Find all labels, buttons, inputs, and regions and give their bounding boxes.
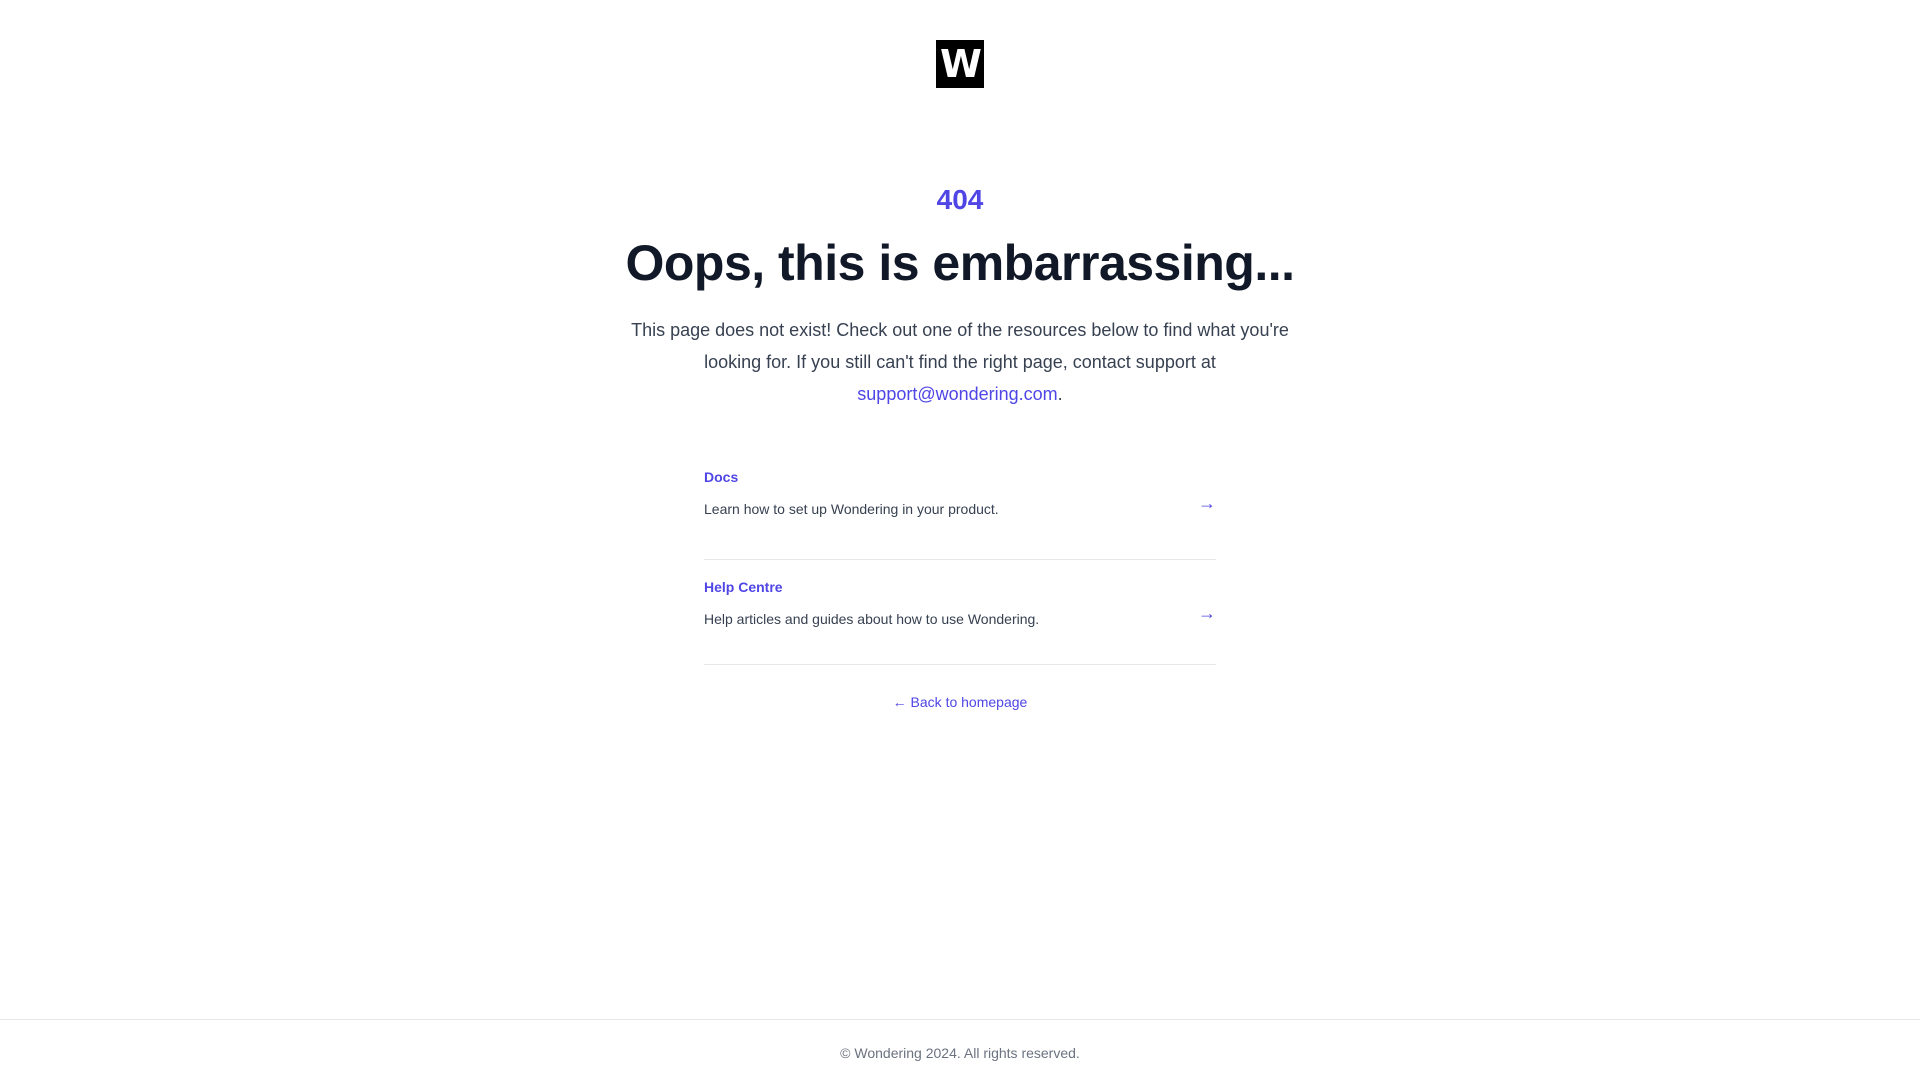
arrow-right-icon: → — [1198, 603, 1216, 623]
error-code: 404 — [936, 184, 984, 215]
header: W — [0, 40, 1920, 88]
page-title: Oops, this is embarrassing... — [625, 235, 1295, 291]
wondering-logo[interactable]: W — [936, 40, 984, 88]
arrow-right-icon: → — [1198, 493, 1216, 513]
copyright-text: © Wondering 2024. All rights reserved. — [840, 1045, 1080, 1061]
footer: © Wondering 2024. All rights reserved. — [0, 1019, 1920, 1080]
back-to-homepage-link[interactable]: ← Back to homepage — [893, 694, 1028, 710]
resource-description: Help articles and guides about how to us… — [704, 611, 1040, 627]
resource-title: Docs — [704, 469, 739, 485]
support-email-link[interactable]: support@wondering.com — [857, 384, 1057, 404]
resource-description: Learn how to set up Wondering in your pr… — [704, 501, 999, 517]
error-description-end: . — [1057, 384, 1063, 404]
error-description: This page does not exist! Check out one … — [620, 314, 1300, 410]
resource-docs[interactable]: Docs Learn how to set up Wondering in yo… — [704, 455, 1216, 560]
resource-help-centre[interactable]: Help Centre Help articles and guides abo… — [704, 560, 1216, 665]
resource-title: Help Centre — [704, 579, 783, 595]
resource-list: Docs Learn how to set up Wondering in yo… — [704, 455, 1216, 665]
error-description-text: This page does not exist! Check out one … — [631, 320, 1289, 372]
error-page: W 404 Oops, this is embarrassing... This… — [0, 0, 1920, 1080]
back-link-wrap: ← Back to homepage — [0, 692, 1920, 712]
error-content: 404 Oops, this is embarrassing... This p… — [0, 182, 1920, 410]
